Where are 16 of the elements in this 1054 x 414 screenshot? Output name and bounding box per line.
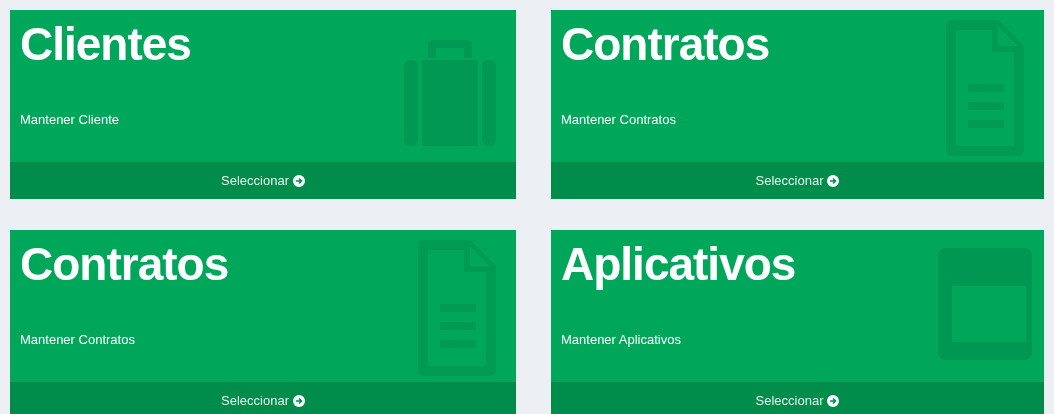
arrow-circle-icon (292, 394, 305, 407)
card-title: Contratos (20, 237, 229, 292)
select-link[interactable]: Seleccionar (551, 382, 1044, 414)
select-link[interactable]: Seleccionar (551, 162, 1044, 199)
select-link[interactable]: Seleccionar (10, 382, 516, 414)
card-subtitle: Mantener Cliente (20, 112, 119, 128)
card-subtitle: Mantener Contratos (20, 332, 135, 348)
card-subtitle: Mantener Aplicativos (561, 332, 681, 348)
select-link[interactable]: Seleccionar (10, 162, 516, 199)
arrow-circle-icon (292, 174, 305, 187)
card-title: Contratos (561, 17, 770, 72)
card-subtitle: Mantener Contratos (561, 112, 676, 128)
card-title: Clientes (20, 17, 191, 72)
card-title: Aplicativos (561, 237, 796, 292)
arrow-circle-icon (827, 394, 840, 407)
arrow-circle-icon (827, 174, 840, 187)
